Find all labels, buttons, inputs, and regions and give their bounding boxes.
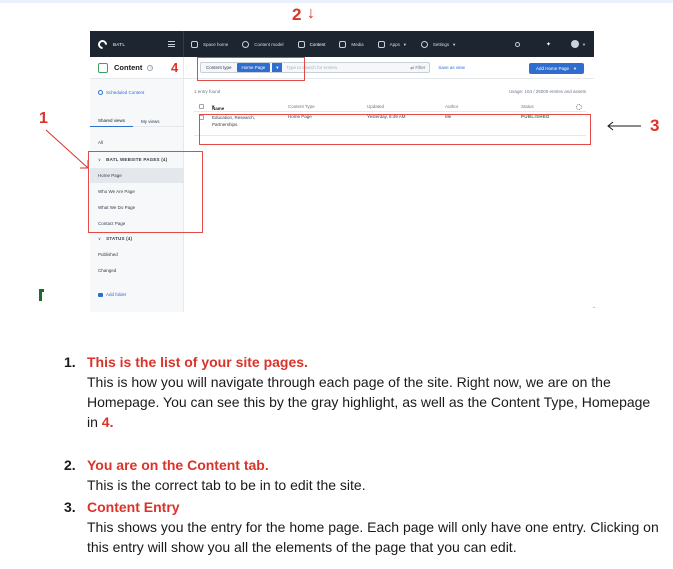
folder-icon: [98, 292, 103, 297]
tab-shared-views[interactable]: Shared views: [90, 115, 134, 127]
instruction-number: 3.: [64, 499, 76, 515]
image-icon: [339, 40, 347, 48]
arrow-left-icon: [607, 121, 641, 131]
gear-icon[interactable]: [576, 104, 582, 110]
select-all-checkbox[interactable]: [199, 104, 204, 109]
instruction-body: This is the correct tab to be in to edit…: [87, 477, 366, 493]
nav-label: Space home: [203, 41, 229, 47]
column-author[interactable]: Author: [445, 104, 458, 109]
column-name[interactable]: Name ▾: [212, 104, 224, 111]
views-tabs: Shared views My views: [90, 115, 184, 127]
chevron-down-icon[interactable]: ▼: [582, 42, 586, 47]
nav-apps[interactable]: Apps ▼: [371, 31, 414, 57]
usage-text: Usage: 104 / 25000 entries and assets: [508, 89, 586, 94]
arrow-diagonal-icon: [45, 129, 89, 169]
column-updated[interactable]: Updated: [367, 104, 384, 109]
highlight-content-entry: [199, 114, 591, 145]
clock-icon: [98, 90, 103, 95]
add-folder-label: Add folder: [106, 292, 127, 297]
help-icon[interactable]: ?: [147, 64, 154, 71]
annotation-number-4: 4: [171, 60, 179, 75]
chevron-down-icon: ▼: [452, 41, 457, 47]
sidebar-item-published[interactable]: Published: [90, 247, 184, 262]
top-nav: BATL Space home Content model Content Me…: [90, 31, 594, 57]
rocket-icon[interactable]: ✦: [546, 41, 551, 48]
nav-label: Content model: [254, 41, 284, 47]
instruction-body: This is how you will navigate through ea…: [64, 372, 664, 432]
highlight-sidebar-pages: [88, 151, 203, 233]
cube-icon: [242, 40, 250, 48]
group-label: STATUS (4): [106, 236, 133, 241]
column-label: Name: [212, 106, 225, 111]
chevron-down-icon: ▼: [573, 66, 577, 71]
instruction-heading: You are on the Content tab.: [87, 457, 269, 473]
sidebar-group-status[interactable]: ∨ STATUS (4): [90, 231, 184, 246]
menu-icon[interactable]: [168, 41, 175, 47]
nav-label: Content: [309, 41, 326, 47]
instruction-number: 1.: [64, 354, 76, 370]
save-as-view-link[interactable]: Save as view: [438, 65, 465, 70]
page-header: Content ?: [90, 57, 184, 79]
add-button-label: Add Home Page: [536, 66, 570, 71]
arrow-down-icon: ↓: [307, 5, 315, 22]
divider: [593, 307, 595, 308]
nav-content-model[interactable]: Content model: [235, 31, 290, 57]
chevron-down-icon: ∨: [98, 236, 102, 241]
annotation-number-1: 1: [39, 110, 48, 127]
nav-space-home[interactable]: Space home: [184, 31, 235, 57]
nav-content[interactable]: Content: [291, 31, 333, 57]
avatar[interactable]: [571, 40, 580, 48]
instruction-heading: Content Entry: [87, 499, 180, 515]
add-home-page-button[interactable]: Add Home Page ▼: [529, 63, 584, 74]
home-icon: [191, 40, 198, 48]
tab-my-views[interactable]: My views: [133, 115, 168, 127]
annotation-number-2: 2: [292, 5, 302, 24]
sidebar-item-changed[interactable]: Changed: [90, 263, 184, 278]
add-folder-button[interactable]: Add folder: [90, 287, 184, 302]
gear-icon: [420, 40, 428, 48]
search-icon[interactable]: [515, 41, 520, 47]
instruction-ref: 4.: [101, 414, 114, 430]
instruction-body: This shows you the entry for the home pa…: [87, 519, 659, 555]
logo-icon: [96, 37, 109, 51]
chevron-down-icon: ▼: [402, 41, 407, 47]
green-marker: [39, 289, 44, 301]
puzzle-icon: [377, 40, 385, 48]
page-title: Content: [114, 63, 143, 72]
filter-button[interactable]: ⇌ Filter: [410, 65, 425, 71]
table-header: Name ▾ Content Type Updated Author Statu…: [194, 102, 586, 112]
instruction-heading: This is the list of your site pages.: [87, 354, 308, 370]
sidebar-item-all[interactable]: All: [90, 135, 184, 150]
nav-label: Media: [351, 41, 364, 47]
highlight-content-type: [197, 57, 305, 81]
instruction-3: 3. Content Entry This shows you the entry…: [64, 497, 664, 557]
instruction-number: 2.: [64, 457, 76, 473]
column-content-type[interactable]: Content Type: [288, 104, 315, 109]
nav-label: Settings: [432, 41, 450, 47]
annotation-number-3: 3: [650, 116, 660, 135]
entries-count: 1 entry found: [194, 89, 221, 94]
brand-name: BATL: [113, 41, 126, 47]
instruction-text: This is how you will navigate through ea…: [87, 374, 651, 430]
scheduled-label: Scheduled Content: [106, 90, 145, 95]
instruction-1: 1. This is the list of your site pages. T…: [64, 352, 664, 432]
top-band: [0, 0, 673, 3]
content-icon: [98, 62, 108, 73]
filter-label: Filter: [415, 64, 426, 70]
nav-label: Apps: [389, 41, 400, 47]
brand-area[interactable]: BATL: [90, 31, 184, 57]
instruction-2: 2. You are on the Content tab. This is th…: [64, 455, 664, 495]
nav-settings[interactable]: Settings ▼: [414, 31, 463, 57]
column-status[interactable]: Status: [521, 104, 534, 109]
nav-right: ✦ ▼: [515, 31, 594, 57]
scheduled-content-link[interactable]: Scheduled Content: [98, 90, 144, 95]
edit-icon: [297, 40, 305, 48]
nav-media[interactable]: Media: [332, 31, 370, 57]
